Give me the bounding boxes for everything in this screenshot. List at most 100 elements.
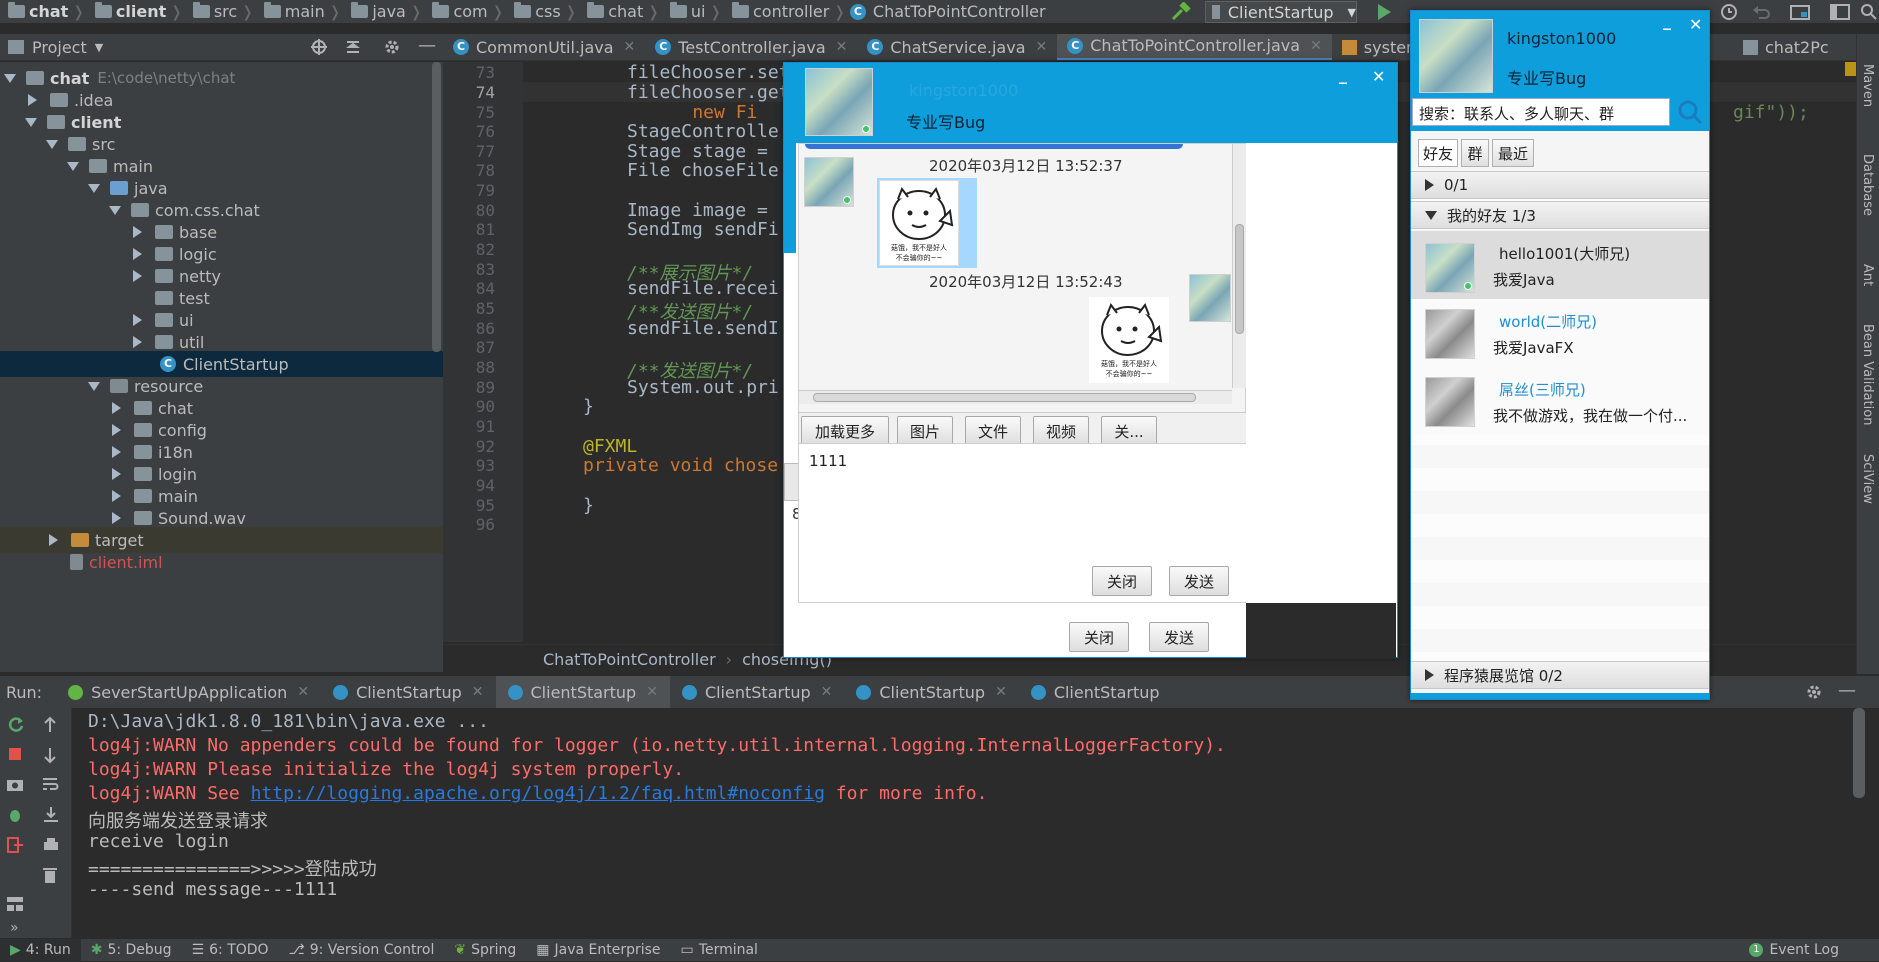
run-tab-client-1[interactable]: ClientStartup ✕ <box>321 676 495 708</box>
run-tab-server[interactable]: SeverStartUpApplication ✕ <box>56 676 321 708</box>
todo-tool-button[interactable]: ☰ 6: TODO <box>182 939 279 962</box>
more-icon[interactable]: » <box>10 920 19 936</box>
chevron-down-icon[interactable]: ▼ <box>95 41 103 54</box>
bean-validation-tool-button[interactable]: Bean Validation <box>1860 324 1875 425</box>
nav-crumb-com[interactable]: com <box>424 0 489 23</box>
debug-tool-button[interactable]: ✱ 5: Debug <box>81 939 182 962</box>
friend-item[interactable]: world(二师兄) 我爱JavaFX <box>1411 299 1709 367</box>
minimize-button[interactable]: _ <box>1663 11 1671 30</box>
inner-close-button[interactable]: 关闭 <box>1092 566 1152 596</box>
close-icon[interactable]: ✕ <box>995 684 1007 700</box>
tab-chat2pc[interactable]: chat2Pc <box>1733 34 1839 60</box>
friend-item[interactable]: hello1001(大师兄) 我爱Java <box>1411 231 1709 299</box>
nav-crumb-src[interactable]: src <box>185 0 239 23</box>
file-button[interactable]: 文件 <box>965 416 1021 446</box>
close-icon[interactable]: ✕ <box>472 684 484 700</box>
console-link[interactable]: http://logging.apache.org/log4j/1.2/faq.… <box>251 783 825 804</box>
nav-crumb-css[interactable]: css <box>506 0 562 23</box>
layout-icon[interactable] <box>6 896 24 912</box>
tree-item-client-iml[interactable]: client.iml <box>0 549 443 575</box>
nav-crumb-client[interactable]: client <box>87 0 168 23</box>
message-vscroll[interactable] <box>1232 144 1246 388</box>
outer-close-button[interactable]: 关闭 <box>1069 622 1129 652</box>
ant-tool-button[interactable]: Ant <box>1860 264 1875 286</box>
close-icon[interactable]: ✕ <box>1310 38 1322 54</box>
close-button[interactable]: ✕ <box>1689 15 1702 34</box>
close-button[interactable]: ✕ <box>1372 67 1385 86</box>
console-output[interactable]: D:\Java\jdk1.8.0_181\bin\java.exe ... lo… <box>72 708 1879 938</box>
inner-send-button[interactable]: 发送 <box>1169 566 1229 596</box>
camera-icon[interactable] <box>6 776 24 792</box>
group-header-unnamed[interactable]: 0/1 <box>1411 171 1709 199</box>
project-structure-icon[interactable] <box>1790 3 1810 21</box>
tab-recent[interactable]: 最近 <box>1492 139 1534 167</box>
friend-item[interactable]: 屌丝(三师兄) 我不做游戏，我在做一个付... <box>1411 367 1709 435</box>
close-icon[interactable]: ✕ <box>1036 39 1048 55</box>
run-configuration-select[interactable]: ClientStartup ▼ <box>1205 1 1357 23</box>
run-tab-client-3[interactable]: ClientStartup ✕ <box>670 676 844 708</box>
gear-icon[interactable] <box>383 38 401 56</box>
breadcrumb-class[interactable]: ChatToPointController <box>543 650 716 669</box>
rerun-icon[interactable] <box>7 716 25 734</box>
run-tab-client-2[interactable]: ClientStartup ✕ <box>495 676 670 708</box>
video-button[interactable]: 视频 <box>1033 416 1089 446</box>
run-tab-client-5[interactable]: ClientStartup <box>1019 676 1172 708</box>
load-more-button[interactable]: 加载更多 <box>801 416 889 446</box>
project-scrollbar[interactable] <box>432 62 441 352</box>
tab-testcontroller[interactable]: C TestController.java ✕ <box>645 34 857 60</box>
collapse-all-icon[interactable] <box>344 38 362 56</box>
terminal-tool-button[interactable]: ▭ Terminal <box>671 939 768 962</box>
layout-icon[interactable] <box>1830 3 1850 21</box>
tab-chatservice[interactable]: C ChatService.java ✕ <box>857 34 1057 60</box>
group-header-programmers[interactable]: 程序猿展览馆 0/2 <box>1411 661 1709 689</box>
nav-crumb-controller[interactable]: controller <box>724 0 831 23</box>
database-tool-button[interactable]: Database <box>1860 154 1875 216</box>
more-button[interactable]: 关... <box>1101 416 1157 446</box>
vcs-tool-button[interactable]: ⎇ 9: Version Control <box>279 939 445 962</box>
message-input[interactable]: 1111 关闭 发送 <box>798 443 1250 603</box>
spring-tool-button[interactable]: ❦ Spring <box>444 939 526 962</box>
close-icon[interactable]: ✕ <box>297 684 309 700</box>
close-icon[interactable]: ✕ <box>821 684 833 700</box>
run-tool-button[interactable]: ▶ 4: Run <box>0 938 81 962</box>
sciview-tool-button[interactable]: SciView <box>1860 454 1875 504</box>
history-icon[interactable] <box>1720 3 1738 21</box>
tab-friends[interactable]: 好友 <box>1418 139 1458 167</box>
search-everywhere-icon[interactable] <box>1860 3 1878 21</box>
minimize-panel-icon[interactable]: — <box>1838 680 1856 701</box>
revert-icon[interactable] <box>1752 3 1770 21</box>
tab-chattopointcontroller[interactable]: C ChatToPointController.java ✕ <box>1057 34 1332 60</box>
nav-crumb-class[interactable]: C ChatToPointController <box>848 0 1048 23</box>
nav-crumb-chat[interactable]: chat <box>0 0 70 23</box>
print-icon[interactable] <box>42 836 60 854</box>
nav-crumb-chat2[interactable]: chat <box>579 0 645 23</box>
image-button[interactable]: 图片 <box>897 416 953 446</box>
debug-bug-icon[interactable] <box>6 806 24 824</box>
soft-wrap-icon[interactable] <box>42 776 60 792</box>
nav-crumb-ui[interactable]: ui <box>662 0 708 23</box>
close-icon[interactable]: ✕ <box>646 684 658 700</box>
run-icon[interactable] <box>1376 3 1392 21</box>
search-icon[interactable] <box>1677 99 1703 125</box>
close-icon[interactable]: ✕ <box>624 39 636 55</box>
gear-icon[interactable] <box>1805 683 1823 701</box>
project-panel-title[interactable]: Project <box>32 38 87 57</box>
nav-crumb-java[interactable]: java <box>343 0 408 23</box>
minimize-panel-icon[interactable]: — <box>418 35 436 56</box>
run-tab-client-4[interactable]: ClientStartup ✕ <box>844 676 1018 708</box>
console-scrollbar[interactable] <box>1853 708 1865 798</box>
message-hscroll[interactable] <box>799 390 1232 404</box>
close-icon[interactable]: ✕ <box>836 39 848 55</box>
stop-icon[interactable] <box>7 746 23 762</box>
scrollbar-thumb[interactable] <box>813 393 1196 402</box>
maven-tool-button[interactable]: Maven <box>1860 64 1875 107</box>
build-hammer-icon[interactable] <box>1170 2 1192 22</box>
tab-commonutil[interactable]: C CommonUtil.java ✕ <box>443 34 645 60</box>
arrow-down-icon[interactable] <box>42 746 58 764</box>
java-enterprise-tool-button[interactable]: ▦ Java Enterprise <box>526 939 670 962</box>
search-input[interactable]: 搜索：联系人、多人聊天、群 <box>1412 98 1670 126</box>
exit-icon[interactable] <box>6 836 24 854</box>
group-header-my-friends[interactable]: 我的好友 1/3 <box>1411 201 1709 229</box>
minimize-button[interactable]: _ <box>1339 65 1347 84</box>
tab-groups[interactable]: 群 <box>1461 139 1489 167</box>
